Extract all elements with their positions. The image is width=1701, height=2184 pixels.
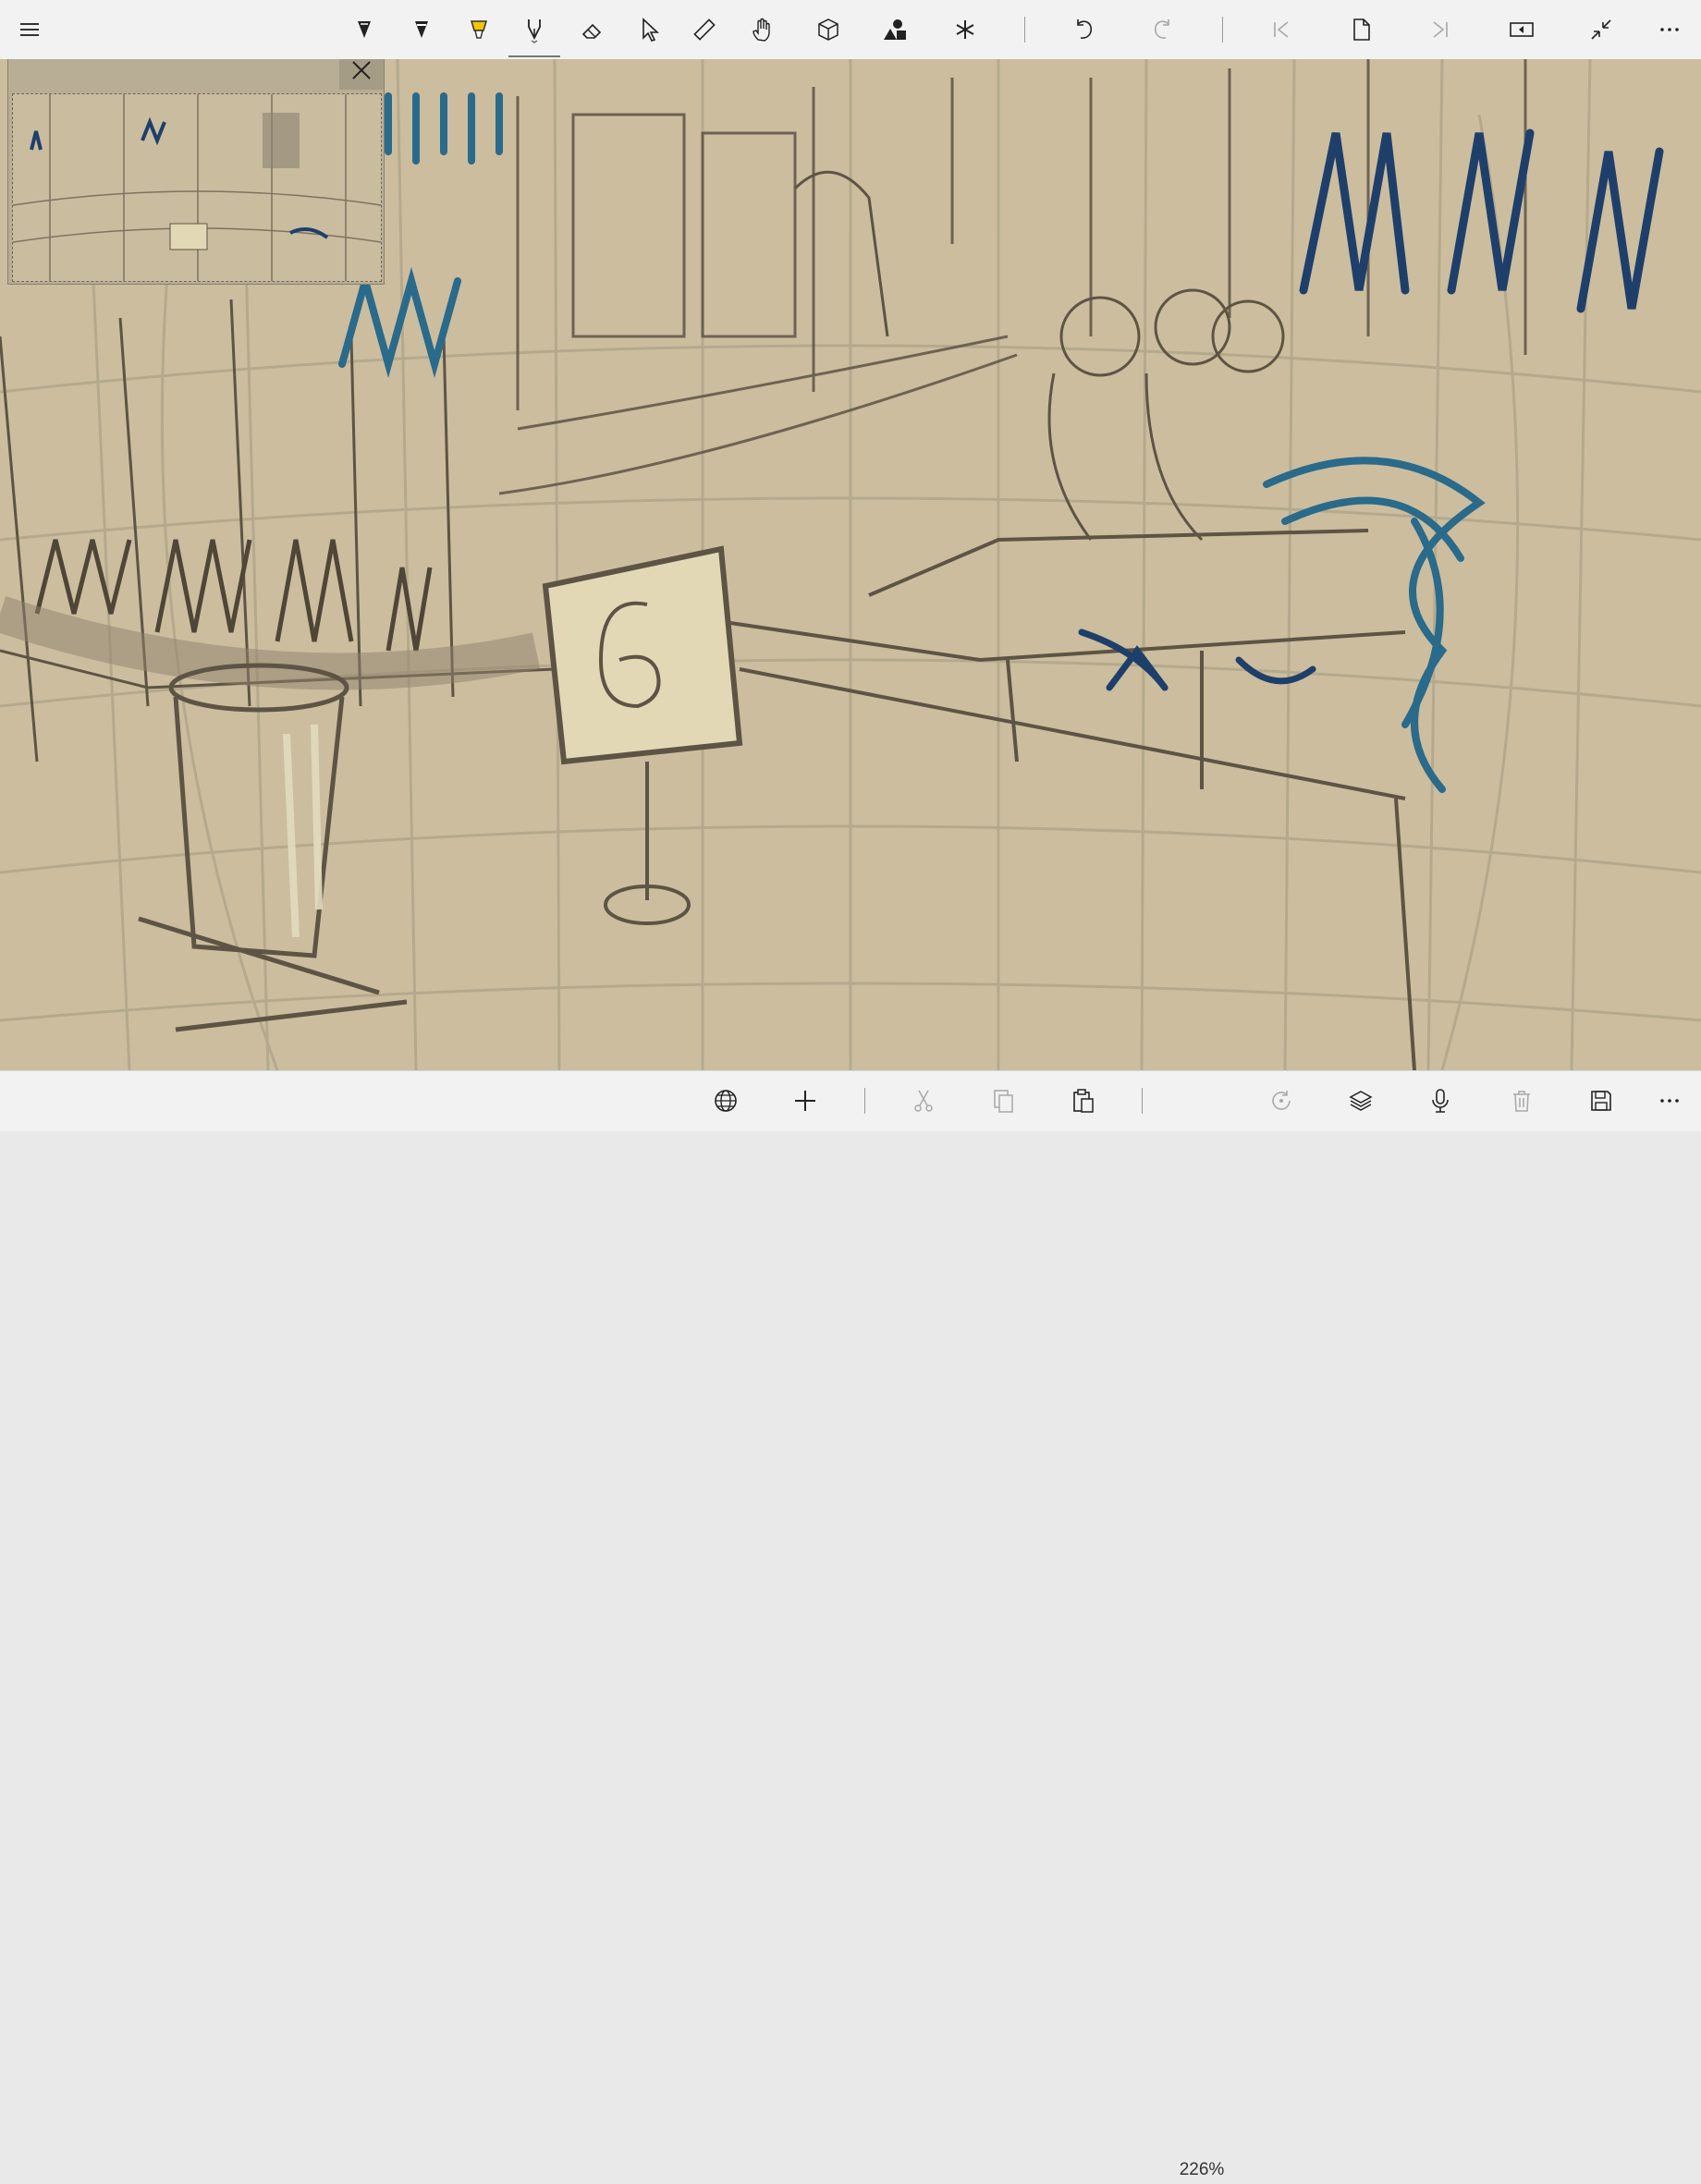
select-tool-button[interactable] bbox=[623, 4, 675, 55]
shapes-tool-button[interactable] bbox=[869, 4, 921, 55]
drawing-canvas[interactable] bbox=[0, 59, 1701, 1070]
eraser-icon bbox=[581, 23, 602, 39]
marker-nib-icon bbox=[415, 21, 428, 38]
hamburger-menu-button[interactable] bbox=[4, 4, 55, 55]
navigator-panel bbox=[7, 59, 385, 285]
delete-icon bbox=[1513, 1091, 1530, 1112]
toolbar-divider bbox=[864, 1088, 865, 1114]
top-toolbar bbox=[0, 0, 1701, 60]
asterisk-icon bbox=[956, 20, 974, 39]
collapse-button[interactable] bbox=[1575, 4, 1627, 55]
collapse-icon bbox=[1591, 19, 1611, 40]
navigator-close-button[interactable] bbox=[339, 59, 384, 90]
toolbar-divider bbox=[1024, 17, 1025, 43]
toolbar-divider bbox=[1222, 17, 1223, 43]
last-page-button[interactable] bbox=[1414, 4, 1466, 55]
page-button[interactable] bbox=[1335, 4, 1387, 55]
save-button[interactable] bbox=[1575, 1075, 1627, 1127]
last-page-icon bbox=[1433, 21, 1448, 38]
paste-button[interactable] bbox=[1057, 1075, 1108, 1127]
page-icon bbox=[1353, 18, 1370, 41]
plus-icon bbox=[795, 1091, 815, 1111]
first-page-button[interactable] bbox=[1255, 4, 1307, 55]
symmetry-tool-button[interactable] bbox=[939, 4, 991, 55]
more-icon bbox=[1660, 1099, 1679, 1103]
more-options-bottom-button[interactable] bbox=[1644, 1075, 1695, 1127]
highlighter-tool-button[interactable] bbox=[453, 4, 505, 55]
navigator-viewport-preview[interactable] bbox=[12, 93, 382, 282]
hand-icon bbox=[753, 18, 770, 42]
layers-icon bbox=[1349, 1091, 1373, 1111]
pen-nib-icon bbox=[358, 21, 371, 38]
add-button[interactable] bbox=[779, 1075, 831, 1127]
record-audio-button[interactable] bbox=[1414, 1075, 1466, 1127]
shapes-icon bbox=[884, 19, 906, 40]
rotate-icon bbox=[1272, 1091, 1291, 1110]
pointer-icon bbox=[642, 18, 660, 42]
rotate-button[interactable] bbox=[1255, 1075, 1307, 1127]
undo-button[interactable] bbox=[1058, 4, 1109, 55]
marker-tool-button[interactable] bbox=[396, 4, 447, 55]
cut-button[interactable] bbox=[898, 1075, 949, 1127]
close-icon bbox=[352, 61, 371, 79]
more-options-button[interactable] bbox=[1644, 4, 1695, 55]
copy-icon bbox=[994, 1090, 1013, 1113]
ruler-tool-button[interactable] bbox=[679, 4, 730, 55]
present-icon bbox=[1510, 22, 1534, 37]
ruler-icon bbox=[693, 18, 716, 41]
layers-button[interactable] bbox=[1335, 1075, 1387, 1127]
microphone-icon bbox=[1432, 1089, 1449, 1113]
redo-button[interactable] bbox=[1137, 4, 1189, 55]
globe-icon bbox=[715, 1090, 737, 1112]
paste-icon bbox=[1073, 1089, 1094, 1113]
undo-icon bbox=[1077, 19, 1093, 39]
hamburger-icon bbox=[20, 23, 39, 36]
save-icon bbox=[1591, 1091, 1611, 1111]
eraser-tool-button[interactable] bbox=[566, 4, 618, 55]
present-button[interactable] bbox=[1496, 4, 1548, 55]
cube-icon bbox=[818, 18, 838, 41]
copy-button[interactable] bbox=[977, 1075, 1029, 1127]
first-page-icon bbox=[1274, 21, 1289, 38]
delete-button[interactable] bbox=[1496, 1075, 1548, 1127]
cut-icon bbox=[914, 1090, 933, 1112]
redo-icon bbox=[1154, 19, 1169, 39]
more-icon bbox=[1660, 28, 1679, 31]
bottom-toolbar: 226% bbox=[0, 1070, 1701, 2179]
ink-tool-button[interactable] bbox=[508, 4, 560, 57]
toolbar-divider bbox=[1142, 1088, 1143, 1114]
canvas-thumbnail bbox=[13, 94, 381, 281]
highlighter-icon bbox=[470, 20, 488, 39]
pen-tool-button[interactable] bbox=[338, 4, 390, 55]
3d-tool-button[interactable] bbox=[802, 4, 854, 55]
fountain-pen-icon bbox=[528, 19, 541, 43]
touch-draw-tool-button[interactable] bbox=[736, 4, 788, 55]
globe-button[interactable] bbox=[700, 1075, 752, 1127]
zoom-level-label[interactable]: 226% bbox=[1167, 2156, 1237, 2184]
